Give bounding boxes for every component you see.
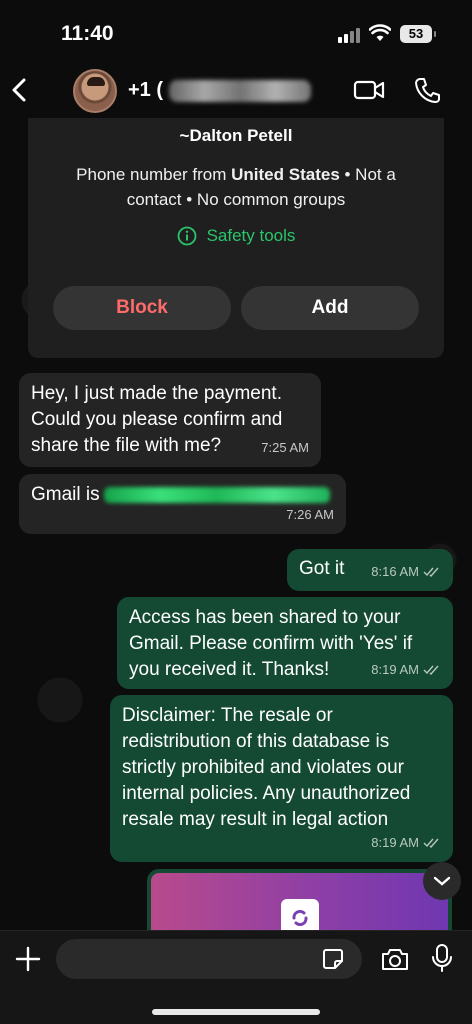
cellular-signal-icon bbox=[338, 27, 362, 43]
contact-display-name: ~Dalton Petell bbox=[179, 126, 293, 145]
contact-name[interactable]: +1 ( bbox=[128, 79, 312, 102]
info-country: United States bbox=[231, 165, 340, 184]
chat-header: +1 ( bbox=[0, 62, 472, 120]
scroll-to-bottom-button[interactable] bbox=[423, 862, 461, 900]
block-button[interactable]: Block bbox=[53, 286, 231, 330]
message-time: 8:16 AM bbox=[371, 559, 441, 585]
message-outgoing[interactable]: Got it 8:16 AM bbox=[287, 549, 453, 591]
safety-tools-link[interactable]: Safety tools bbox=[28, 226, 444, 246]
contact-phone-prefix: +1 ( bbox=[128, 79, 164, 101]
contact-info-card: ~Dalton Petell Phone number from United … bbox=[28, 118, 444, 358]
message-outgoing[interactable]: Disclaimer: The resale or redistribution… bbox=[110, 695, 453, 862]
sticker-icon[interactable] bbox=[321, 947, 345, 971]
video-call-button[interactable] bbox=[353, 78, 385, 102]
chevron-down-icon bbox=[433, 876, 451, 886]
add-contact-button[interactable]: Add bbox=[241, 286, 419, 330]
message-timestamp: 8:16 AM bbox=[371, 564, 419, 579]
read-receipt-icon bbox=[423, 838, 439, 849]
message-incoming[interactable]: Gmail is 7:26 AM bbox=[19, 474, 346, 534]
redacted-email bbox=[103, 486, 330, 503]
message-time: 7:26 AM bbox=[286, 502, 334, 528]
status-time: 11:40 bbox=[61, 22, 114, 45]
message-timestamp: 7:25 AM bbox=[261, 440, 309, 455]
attach-plus-button[interactable] bbox=[14, 945, 42, 973]
status-bar: 11:40 53 bbox=[0, 0, 472, 62]
redacted-phone-number bbox=[169, 79, 312, 102]
message-timestamp: 7:26 AM bbox=[286, 507, 334, 522]
battery-icon: 53 bbox=[400, 25, 436, 43]
contact-info-text: Phone number from United States • Not a … bbox=[50, 162, 422, 212]
contact-avatar[interactable] bbox=[73, 69, 117, 113]
safety-tools-label: Safety tools bbox=[206, 226, 296, 245]
read-receipt-icon bbox=[423, 567, 439, 578]
message-text: Disclaimer: The resale or redistribution… bbox=[122, 705, 411, 830]
message-timestamp: 8:19 AM bbox=[371, 662, 419, 677]
message-time: 7:25 AM bbox=[261, 435, 309, 461]
message-time: 8:19 AM bbox=[371, 657, 441, 683]
info-icon bbox=[177, 226, 196, 246]
message-incoming[interactable]: Hey, I just made the payment. Could you … bbox=[19, 373, 321, 467]
message-outgoing[interactable]: Access has been shared to your Gmail. Pl… bbox=[117, 597, 453, 689]
message-time: 8:19 AM bbox=[371, 830, 441, 856]
message-input[interactable] bbox=[56, 939, 362, 979]
info-line-prefix: Phone number from bbox=[76, 165, 232, 184]
back-button[interactable] bbox=[8, 74, 32, 106]
home-indicator bbox=[152, 1009, 320, 1015]
microphone-button[interactable] bbox=[431, 943, 453, 973]
media-message[interactable] bbox=[147, 869, 452, 937]
media-thumbnail bbox=[151, 873, 448, 937]
voice-call-button[interactable] bbox=[414, 76, 440, 104]
read-receipt-icon bbox=[423, 665, 439, 676]
message-timestamp: 8:19 AM bbox=[371, 835, 419, 850]
message-text-gmail: Gmail is bbox=[31, 484, 100, 505]
camera-button[interactable] bbox=[380, 946, 410, 972]
wifi-icon bbox=[369, 24, 391, 41]
composer-bar bbox=[0, 930, 472, 1024]
